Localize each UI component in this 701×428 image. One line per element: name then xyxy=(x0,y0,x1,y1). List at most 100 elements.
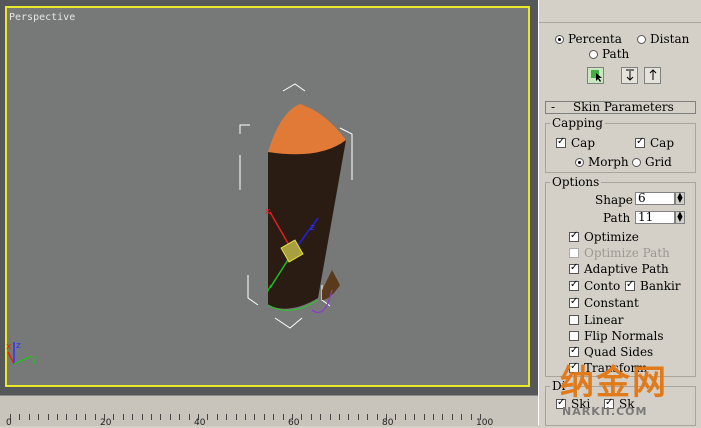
optimize-path-check[interactable] xyxy=(569,248,579,258)
panel-top-strip xyxy=(539,0,701,23)
optimize-path-label: Optimize Path xyxy=(584,246,670,260)
perspective-viewport[interactable]: Perspective x y z x z y xyxy=(0,0,538,395)
axis-tripod-icon: x z y xyxy=(6,341,38,365)
adaptive-path-checkbox[interactable]: Adaptive Path xyxy=(569,262,669,276)
radio-percentage-dot[interactable] xyxy=(555,35,564,44)
timeline-tick xyxy=(301,414,303,420)
timeline-tick xyxy=(207,414,209,420)
radio-path-steps-label: Path xyxy=(602,47,630,61)
timeline-tick xyxy=(404,414,406,420)
flip-normals-label: Flip Normals xyxy=(584,329,664,343)
timeline-tick xyxy=(151,414,152,420)
shape-steps-input[interactable]: 6 xyxy=(635,192,675,205)
cap-end-checkbox[interactable]: Cap xyxy=(635,136,674,150)
scene-3d: x y z xyxy=(239,83,353,329)
timeline-tick xyxy=(310,414,312,420)
timeline-tick xyxy=(235,414,237,420)
skin-parameters-rollout[interactable]: - Skin Parameters xyxy=(545,101,696,114)
radio-path-steps[interactable]: Path xyxy=(589,47,629,61)
next-shape-icon xyxy=(649,69,656,80)
cap-start-check[interactable] xyxy=(556,138,566,148)
pick-shape-button[interactable] xyxy=(587,67,604,84)
banking-check[interactable] xyxy=(625,281,635,291)
rollout-title: Skin Parameters xyxy=(573,100,674,114)
timeline-tick xyxy=(85,414,87,420)
timeline-tick xyxy=(414,414,416,420)
watermark-en: NARKII.COM xyxy=(562,405,648,418)
timeline-tick xyxy=(169,414,171,420)
axis-x-label: x xyxy=(6,342,12,352)
timeline-tick xyxy=(226,414,228,420)
top-cap[interactable] xyxy=(268,104,346,155)
timeline-track-bar[interactable]: 0 20 40 60 80 100 xyxy=(0,395,538,428)
watermark-logo: 纳金网 NARKII.COM xyxy=(560,355,700,420)
timeline-tick xyxy=(245,414,246,420)
optimize-shapes-check[interactable] xyxy=(569,232,579,242)
cap-end-label: Cap xyxy=(650,136,675,150)
timeline-tick xyxy=(113,414,115,420)
timeline-tick xyxy=(160,414,162,420)
contour-check[interactable] xyxy=(569,281,579,291)
timeline-tick-label: 20 xyxy=(100,418,112,428)
banking-label: Bankir xyxy=(640,279,681,293)
timeline-tick xyxy=(433,414,434,420)
prev-shape-button[interactable] xyxy=(621,67,638,84)
capping-title: Capping xyxy=(550,116,605,130)
timeline-tick xyxy=(348,414,350,420)
linear-check[interactable] xyxy=(569,315,579,325)
timeline-tick xyxy=(28,414,30,420)
adaptive-path-label: Adaptive Path xyxy=(584,262,669,276)
cap-start-checkbox[interactable]: Cap xyxy=(556,136,595,150)
radio-percentage-label: Percenta xyxy=(568,32,622,46)
optimize-shapes-label: Optimize xyxy=(584,230,639,244)
timeline-tick xyxy=(38,414,40,420)
radio-path-steps-dot[interactable] xyxy=(589,50,598,59)
timeline-tick xyxy=(339,414,340,420)
prev-shape-icon xyxy=(625,69,634,81)
radio-grid-label: Grid xyxy=(645,155,672,169)
radio-percentage[interactable]: Percenta xyxy=(555,32,622,46)
timeline-tick xyxy=(254,414,256,420)
timeline-tick xyxy=(179,414,181,420)
timeline-tick-label: 100 xyxy=(476,418,494,428)
radio-grid[interactable]: Grid xyxy=(632,155,676,169)
linear-label: Linear xyxy=(584,313,624,327)
radio-morph-dot[interactable] xyxy=(575,158,584,167)
path-steps-input[interactable]: 11 xyxy=(635,211,675,224)
flip-normals-checkbox[interactable]: Flip Normals xyxy=(569,329,664,343)
radio-distance[interactable]: Distan xyxy=(637,32,689,46)
timeline-tick-label: 40 xyxy=(194,418,206,428)
banking-checkbox[interactable]: Bankir xyxy=(625,279,681,293)
axis-z-label: z xyxy=(16,341,21,351)
timeline-tick xyxy=(329,414,331,420)
radio-grid-dot[interactable] xyxy=(632,158,641,167)
timeline-tick xyxy=(461,414,463,420)
optimize-path-checkbox[interactable]: Optimize Path xyxy=(569,246,670,260)
pick-shape-icon xyxy=(590,70,602,82)
timeline-tick xyxy=(320,414,322,420)
timeline-tick xyxy=(367,414,369,420)
radio-morph[interactable]: Morph xyxy=(575,155,629,169)
shape-steps-spinner[interactable]: ▲ ▼ xyxy=(675,192,685,205)
timeline-tick xyxy=(442,414,444,420)
timeline-tick xyxy=(470,414,472,420)
next-shape-button[interactable] xyxy=(644,67,661,84)
timeline-tick xyxy=(57,414,58,420)
contour-checkbox[interactable]: Conto xyxy=(569,279,620,293)
gizmo-z-label: z xyxy=(310,223,315,233)
flip-normals-check[interactable] xyxy=(569,331,579,341)
linear-checkbox[interactable]: Linear xyxy=(569,313,624,327)
rollout-toggle: - xyxy=(551,100,556,114)
adaptive-path-check[interactable] xyxy=(569,264,579,274)
radio-distance-dot[interactable] xyxy=(637,35,646,44)
options-title: Options xyxy=(550,175,602,189)
optimize-shapes-checkbox[interactable]: Optimize xyxy=(569,230,639,244)
timeline-tick-label: 0 xyxy=(6,418,12,428)
constant-check[interactable] xyxy=(569,298,579,308)
constant-checkbox[interactable]: Constant xyxy=(569,296,639,310)
constant-label: Constant xyxy=(584,296,639,310)
cap-end-check[interactable] xyxy=(635,138,645,148)
timeline-tick-label: 80 xyxy=(382,418,394,428)
cap-start-label: Cap xyxy=(571,136,596,150)
path-steps-spinner[interactable]: ▲ ▼ xyxy=(675,211,685,224)
